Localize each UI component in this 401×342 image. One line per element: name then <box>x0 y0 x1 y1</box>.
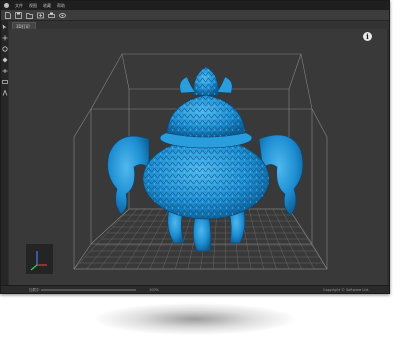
export-icon[interactable] <box>37 12 44 19</box>
view-icon[interactable] <box>59 12 66 19</box>
axis-gizmo <box>26 244 53 274</box>
trash-icon[interactable] <box>3 287 9 293</box>
window-shadow <box>95 303 295 335</box>
save-icon[interactable] <box>15 11 22 19</box>
open-icon[interactable] <box>26 12 33 19</box>
app-window: 文件 视图 收藏 帮助 3D打印 i 加载中 100% Copyright © … <box>0 0 390 294</box>
support-icon[interactable] <box>2 90 8 96</box>
left-toolbar <box>1 21 8 293</box>
info-button[interactable]: i <box>363 32 372 41</box>
status-left-text: 加载中 <box>29 288 40 292</box>
menu-help[interactable]: 帮助 <box>57 1 65 10</box>
menu-bar: 文件 视图 收藏 帮助 <box>1 1 389 10</box>
3d-viewport[interactable]: i <box>9 29 387 286</box>
rotate-icon[interactable] <box>1 46 8 52</box>
3d-model-incense-burner[interactable] <box>107 66 304 252</box>
cut-icon[interactable] <box>2 68 8 74</box>
new-icon[interactable] <box>4 11 11 19</box>
menu-file[interactable]: 文件 <box>15 1 23 10</box>
toolbar <box>1 10 389 21</box>
menu-view[interactable]: 视图 <box>29 1 37 10</box>
print-icon[interactable] <box>48 12 55 19</box>
tab-3d-print[interactable]: 3D打印 <box>12 22 36 29</box>
scale-icon[interactable] <box>2 57 8 63</box>
move-icon[interactable] <box>2 35 8 41</box>
select-icon[interactable] <box>2 24 8 30</box>
scene-canvas[interactable] <box>9 29 387 286</box>
tab-bar: 3D打印 <box>8 21 389 29</box>
measure-icon[interactable] <box>1 79 8 85</box>
progress-bar <box>41 289 136 291</box>
status-bar: 加载中 100% Copyright © Software Ltd. <box>1 285 389 293</box>
status-copyright: Copyright © Software Ltd. <box>323 288 370 292</box>
app-logo-icon <box>4 3 9 8</box>
menu-favorites[interactable]: 收藏 <box>43 1 51 10</box>
status-percent: 100% <box>149 288 160 292</box>
